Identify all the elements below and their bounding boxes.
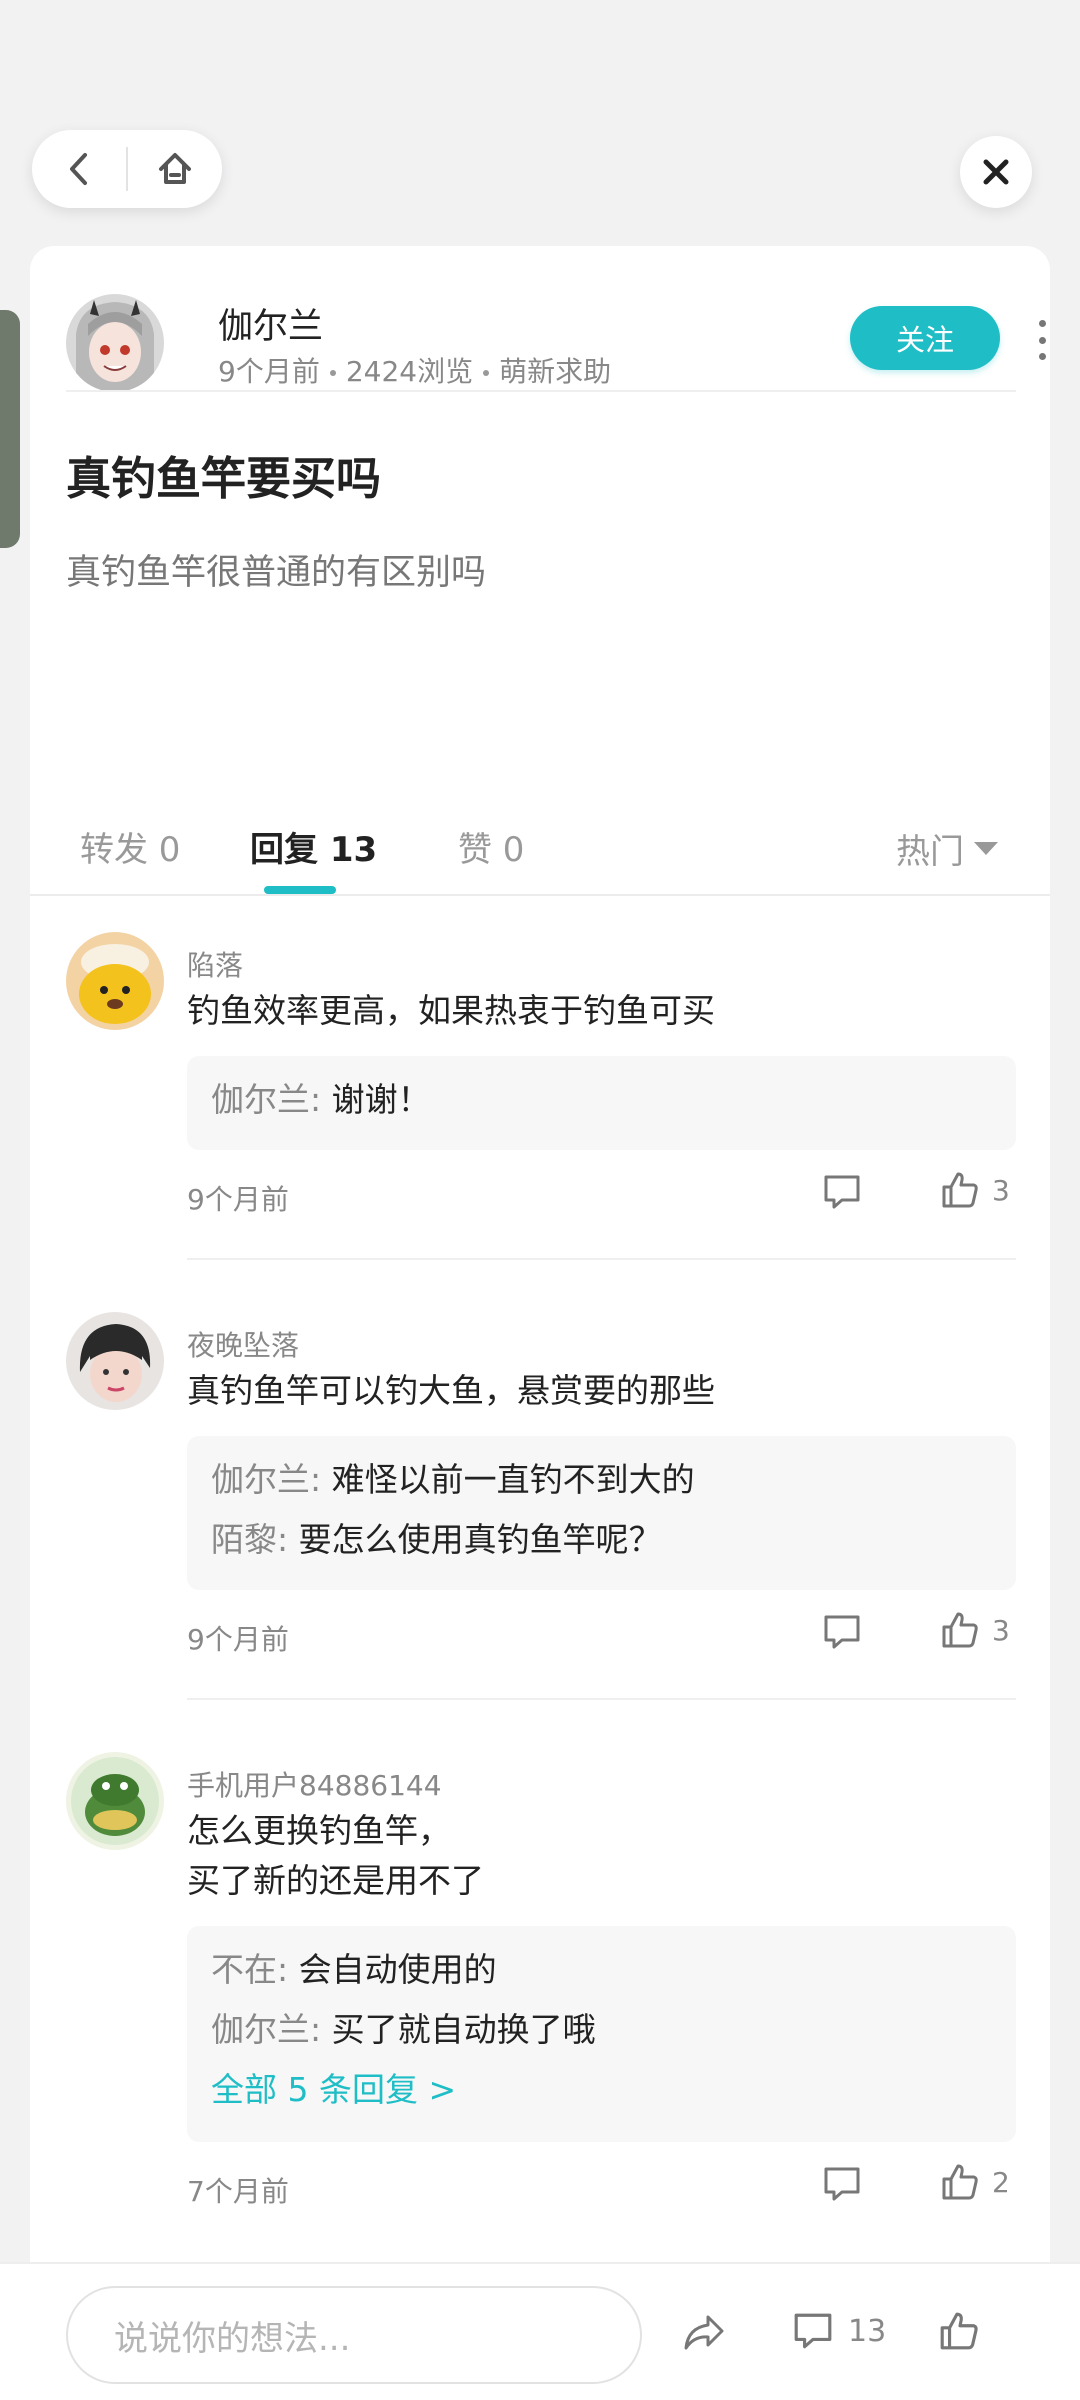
meta-dot	[483, 370, 490, 376]
reply-author: 不在:	[211, 1950, 289, 1989]
commenter-name[interactable]: 陷落	[187, 944, 243, 984]
like-button[interactable]: 2	[940, 2162, 1010, 2202]
share-button[interactable]	[682, 2312, 726, 2354]
comment-text: 真钓鱼竿可以钓大鱼，悬赏要的那些	[187, 1371, 715, 1410]
reply-author: 陌黎:	[211, 1520, 289, 1559]
post-card: 伽尔兰 9个月前 2424浏览 萌新求助 关注 真钓鱼竿要买吗 真钓鱼竿很普通的有区…	[30, 246, 1050, 2400]
reply-author: 伽尔兰:	[211, 1080, 322, 1119]
reply-line: 伽尔兰: 难怪以前一直钓不到大的	[211, 1450, 992, 1510]
comment-time: 7个月前	[187, 2175, 289, 2208]
reply-text: 会自动使用的	[288, 1950, 497, 1989]
like-count: 3	[992, 1613, 1010, 1647]
comment-input[interactable]: 说说你的想法...	[66, 2286, 642, 2384]
comment-divider	[187, 1698, 1016, 1700]
active-tab-indicator	[264, 886, 336, 894]
post-meta: 9个月前 2424浏览 萌新求助	[218, 350, 611, 390]
commenter-name[interactable]: 夜晚坠落	[187, 1324, 299, 1364]
author-avatar[interactable]	[66, 294, 164, 392]
thumbs-up-icon	[942, 2164, 978, 2200]
home-button[interactable]	[128, 130, 222, 208]
author-row: 伽尔兰 9个月前 2424浏览 萌新求助 关注	[66, 270, 1046, 392]
reply-text: 难怪以前一直钓不到大的	[321, 1460, 695, 1499]
reply-line: 伽尔兰: 谢谢！	[211, 1070, 992, 1130]
commenter-avatar[interactable]	[66, 1312, 164, 1410]
comment-icon	[824, 1175, 860, 1209]
caret-down-icon	[974, 842, 998, 855]
post-category[interactable]: 萌新求助	[499, 355, 611, 388]
reply-line: 陌黎: 要怎么使用真钓鱼竿呢？	[211, 1510, 992, 1570]
close-button[interactable]	[960, 136, 1032, 208]
thumbs-up-icon	[942, 1172, 978, 1208]
bottom-action-bar: 说说你的想法... 13	[0, 2262, 1080, 2400]
side-drawer-handle[interactable]	[0, 310, 20, 548]
post-tabs: 转发 0 回复 13 赞 0 热门	[30, 806, 1050, 896]
sort-dropdown[interactable]: 热门	[896, 824, 998, 873]
reply-preview[interactable]: 不在: 会自动使用的 伽尔兰: 买了就自动换了哦 全部 5 条回复 >	[187, 1926, 1016, 2142]
commenter-avatar[interactable]	[66, 1752, 164, 1850]
thumbs-up-icon	[942, 1612, 978, 1648]
post-time: 9个月前	[218, 355, 320, 388]
like-count: 3	[992, 1173, 1010, 1207]
reply-text: 买了就自动换了哦	[321, 2010, 596, 2049]
reply-preview[interactable]: 伽尔兰: 谢谢！	[187, 1056, 1016, 1150]
reply-line: 不在: 会自动使用的	[211, 1940, 992, 2000]
comment-icon	[824, 2167, 860, 2201]
top-bar	[0, 0, 1080, 240]
chevron-left-icon	[70, 153, 87, 185]
tab-reposts[interactable]: 转发 0	[80, 822, 180, 871]
post-title: 真钓鱼竿要买吗	[66, 452, 382, 505]
reply-line: 伽尔兰: 买了就自动换了哦	[211, 2000, 992, 2060]
thumbs-up-icon	[940, 2312, 978, 2350]
comment-icon	[824, 1615, 860, 1649]
home-icon	[159, 153, 191, 184]
post-like-button[interactable]	[938, 2310, 980, 2352]
author-name[interactable]: 伽尔兰	[218, 298, 323, 349]
comment-text-line: 买了新的还是用不了	[187, 1861, 484, 1900]
comment-icon	[794, 2313, 832, 2349]
reply-text: 谢谢！	[321, 1080, 431, 1119]
close-icon	[983, 159, 1009, 185]
comment-text: 钓鱼效率更高，如果热衷于钓鱼可买	[187, 991, 715, 1030]
sort-label: 热门	[896, 832, 964, 872]
post-views: 2424浏览	[345, 355, 474, 388]
comment-divider	[187, 1258, 1016, 1260]
view-all-replies-link[interactable]: 全部 5 条回复 >	[211, 2060, 992, 2120]
like-button[interactable]: 3	[940, 1170, 1010, 1210]
tab-likes[interactable]: 赞 0	[458, 822, 524, 871]
like-button[interactable]: 3	[940, 1610, 1010, 1650]
comment-count: 13	[848, 2313, 887, 2349]
commenter-avatar[interactable]	[66, 932, 164, 1030]
comment-text-line: 怎么更换钓鱼竿，	[187, 1811, 451, 1850]
share-icon	[684, 2315, 724, 2350]
reply-button[interactable]	[822, 2164, 862, 2204]
meta-dot	[329, 370, 336, 376]
reply-author: 伽尔兰:	[211, 1460, 322, 1499]
commenter-name[interactable]: 手机用户84886144	[187, 1764, 442, 1804]
divider	[66, 390, 1016, 392]
more-options-icon[interactable]	[1032, 320, 1050, 360]
post-body: 真钓鱼竿很普通的有区别吗	[66, 553, 487, 593]
follow-button[interactable]: 关注	[850, 306, 1000, 370]
comment-time: 9个月前	[187, 1183, 289, 1216]
reply-author: 伽尔兰:	[211, 2010, 322, 2049]
nav-pill	[32, 130, 222, 208]
reply-text: 要怎么使用真钓鱼竿呢？	[288, 1520, 662, 1559]
reply-button[interactable]	[822, 1172, 862, 1212]
comments-button[interactable]: 13	[792, 2310, 886, 2352]
back-button[interactable]	[32, 130, 126, 208]
tab-replies[interactable]: 回复 13	[250, 822, 377, 871]
reply-preview[interactable]: 伽尔兰: 难怪以前一直钓不到大的 陌黎: 要怎么使用真钓鱼竿呢？	[187, 1436, 1016, 1590]
reply-button[interactable]	[822, 1612, 862, 1652]
comment-time: 9个月前	[187, 1623, 289, 1656]
like-count: 2	[992, 2165, 1010, 2199]
